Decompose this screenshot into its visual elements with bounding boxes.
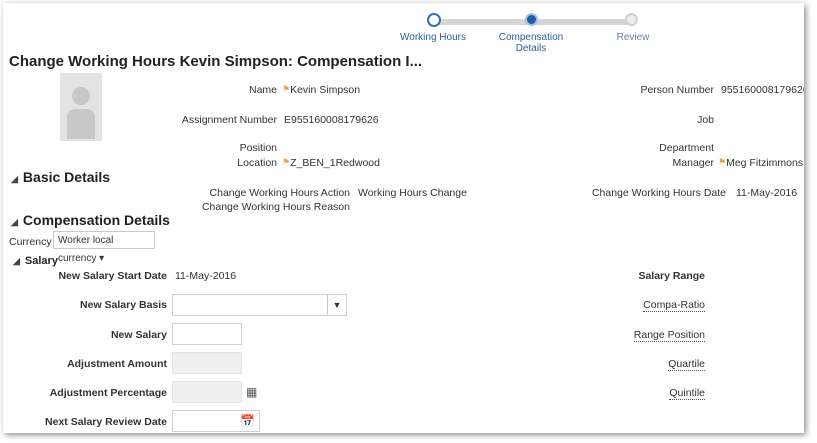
name-text: Kevin Simpson (290, 84, 361, 96)
adjustment-amount-label: Adjustment Amount (67, 358, 167, 370)
quintile-link[interactable]: Quintile (669, 387, 705, 400)
dropdown-arrow-icon[interactable]: ▼ (327, 295, 346, 315)
collapse-triangle-icon[interactable]: ◢ (11, 217, 18, 227)
train-label-working-hours[interactable]: Working Hours (397, 32, 469, 43)
calendar-icon[interactable]: 📅 (240, 414, 255, 428)
currency-selected-value: Worker local currency (58, 235, 114, 264)
avatar-head-shape (72, 87, 90, 105)
salary-start-date-label: New Salary Start Date (58, 270, 167, 282)
manager-label: Manager (672, 157, 714, 169)
name-value: ⚑Kevin Simpson (282, 84, 360, 96)
quartile-link[interactable]: Quartile (668, 358, 705, 371)
avatar (60, 73, 102, 141)
adjustment-percentage-label: Adjustment Percentage (49, 387, 167, 399)
calculator-icon[interactable]: ▦ (246, 385, 257, 399)
review-date-input[interactable]: 📅 (172, 410, 260, 432)
manager-value: ⚑Meg Fitzimmons (718, 157, 803, 169)
action-value: Working Hours Change (358, 187, 467, 199)
flag-icon: ⚑ (282, 84, 291, 94)
adjustment-percentage-input[interactable] (172, 381, 242, 403)
compa-ratio-link[interactable]: Compa-Ratio (643, 299, 705, 312)
compensation-details-title: Compensation Details (22, 212, 170, 228)
collapse-triangle-icon[interactable]: ◢ (13, 256, 20, 266)
app-frame: Working Hours Compensation Details Revie… (3, 3, 804, 433)
page-title: Change Working Hours Kevin Simpson: Comp… (9, 53, 423, 70)
compensation-details-header[interactable]: ◢ Compensation Details (11, 212, 170, 228)
range-position-link[interactable]: Range Position (633, 329, 705, 342)
assignment-number-value: E955160008179626 (284, 114, 379, 126)
flag-icon: ⚑ (718, 157, 727, 167)
train-stop-review[interactable] (625, 13, 638, 26)
location-value: ⚑Z_BEN_1Redwood (282, 157, 380, 169)
train-connector (435, 19, 531, 25)
flag-icon: ⚑ (282, 157, 291, 167)
location-label: Location (237, 157, 277, 169)
train-label-review[interactable]: Review (603, 32, 663, 43)
new-salary-input[interactable] (172, 323, 242, 345)
salary-range-label: Salary Range (638, 270, 705, 282)
department-label: Department (659, 142, 714, 154)
adjustment-amount-input[interactable] (172, 352, 242, 374)
review-date-label: Next Salary Review Date (45, 416, 167, 428)
dropdown-arrow-icon: ▾ (99, 253, 105, 264)
salary-start-date-value: 11-May-2016 (175, 270, 237, 282)
salary-header[interactable]: ◢ Salary (13, 255, 58, 267)
location-text: Z_BEN_1Redwood (290, 157, 380, 169)
train-label-compensation-details[interactable]: Compensation Details (490, 32, 572, 54)
person-number-label: Person Number (640, 84, 714, 96)
change-date-label: Change Working Hours Date (591, 187, 726, 199)
avatar-body-shape (67, 109, 95, 139)
currency-label: Currency (9, 236, 52, 248)
person-number-value: 955160008179626 (721, 84, 804, 96)
train-connector (533, 19, 629, 25)
reason-label: Change Working Hours Reason (201, 201, 350, 213)
basic-details-header[interactable]: ◢ Basic Details (11, 169, 110, 185)
salary-basis-label: New Salary Basis (80, 299, 167, 311)
change-date-value: 11-May-2016 (736, 187, 798, 199)
new-salary-label: New Salary (110, 329, 167, 341)
manager-text: Meg Fitzimmons (726, 157, 804, 169)
name-label: Name (248, 84, 277, 96)
basic-details-title: Basic Details (22, 169, 111, 185)
collapse-triangle-icon[interactable]: ◢ (11, 174, 18, 184)
salary-basis-select[interactable]: ▼ (172, 294, 347, 316)
action-label: Change Working Hours Action (209, 187, 350, 199)
salary-title: Salary (24, 255, 58, 267)
position-label: Position (239, 142, 277, 154)
currency-select[interactable]: Worker local currency ▾ (53, 231, 155, 264)
job-label: Job (697, 114, 714, 126)
assignment-number-label: Assignment Number (181, 114, 277, 126)
train-stop-compensation-details[interactable] (525, 13, 538, 26)
train-stop-working-hours[interactable] (427, 13, 441, 27)
